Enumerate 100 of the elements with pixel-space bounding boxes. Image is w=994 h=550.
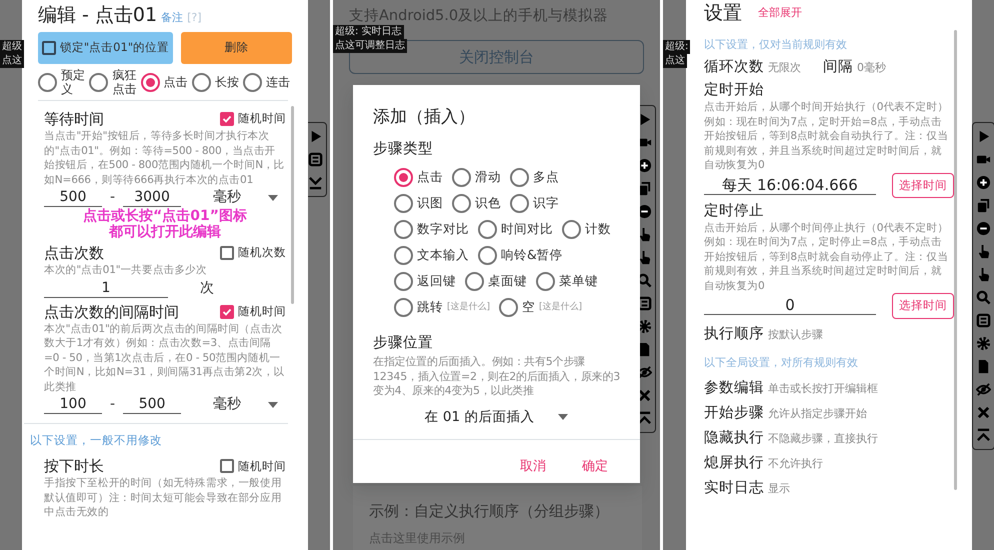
copy-icon[interactable] (637, 181, 652, 196)
hand-icon[interactable] (637, 227, 652, 242)
option-label[interactable]: 跳转 (417, 298, 443, 318)
radio-button[interactable] (394, 298, 413, 318)
time-field[interactable]: 0 (704, 296, 876, 316)
option-label[interactable]: 预定义 (61, 68, 87, 96)
radio-button[interactable] (510, 168, 529, 188)
checkbox[interactable] (42, 41, 56, 55)
option-label[interactable]: 空 (522, 298, 536, 318)
example-title: 示例：自定义执行顺序（分组步骤） (369, 501, 610, 522)
setting-label[interactable]: 实时日志 (704, 478, 764, 498)
checkbox-label[interactable]: 随机时间 (238, 458, 286, 475)
radio-button[interactable] (394, 272, 413, 292)
expand-all-link[interactable]: 全部展开 (758, 4, 802, 22)
radio-button[interactable] (478, 220, 497, 240)
log-tag[interactable]: 点这 (663, 54, 687, 68)
number-field[interactable]: 500 (44, 188, 102, 207)
caret-icon[interactable] (558, 414, 568, 420)
number-field[interactable]: 3000 (123, 188, 182, 207)
setting-label[interactable]: 循环次数 (704, 58, 764, 77)
radio-button[interactable] (510, 194, 529, 214)
caret-icon[interactable] (268, 194, 278, 200)
close-icon[interactable] (637, 388, 652, 403)
log-tag[interactable]: 超级: (663, 40, 690, 54)
option-label[interactable]: 疯狂点击 (112, 68, 138, 96)
radio-button[interactable] (562, 220, 581, 240)
expand-icon[interactable] (308, 175, 323, 190)
gear-icon[interactable] (637, 319, 652, 334)
radio-button[interactable] (243, 72, 262, 92)
checkbox[interactable] (220, 246, 234, 260)
hand-icon[interactable] (637, 250, 652, 265)
log-tag[interactable]: 超级 (0, 40, 24, 54)
option-label[interactable]: 文本输入 (417, 246, 469, 266)
dialog-title: 设置 (704, 1, 742, 26)
option-label[interactable]: 连击 (266, 75, 292, 89)
setting-label[interactable]: 开始步骤 (704, 404, 764, 422)
select-time-button[interactable]: 选择时间 (892, 293, 954, 318)
time-field[interactable]: 每天 16:06:04.666 (704, 176, 876, 195)
dialog-button[interactable]: 确定 (576, 456, 614, 478)
setting-label[interactable]: 熄屏执行 (704, 454, 764, 472)
checkbox[interactable] (220, 304, 234, 318)
setting-label[interactable]: 隐藏执行 (704, 428, 764, 448)
radio-button[interactable] (394, 168, 413, 188)
dialog-button[interactable]: 取消 (514, 456, 552, 478)
select-value[interactable]: 在 01 的后面插入 (424, 406, 534, 427)
log-tag[interactable]: 点这 (0, 54, 24, 68)
checkbox-label[interactable]: 随机时间 (238, 302, 286, 320)
caret-icon[interactable] (268, 402, 278, 408)
option-label[interactable]: 点击 (164, 75, 190, 89)
checkbox-label[interactable]: 随机次数 (238, 244, 286, 262)
option-label[interactable]: 点击 (417, 168, 443, 188)
log-tag[interactable]: 点这可调整日志 (333, 39, 407, 53)
number-field[interactable]: 100 (44, 395, 102, 414)
log-tag[interactable]: 超级: 实时日志 (333, 25, 404, 39)
option-label[interactable]: 计数 (585, 220, 611, 240)
checkbox-label[interactable]: 锁定"点击01"的位置 (60, 39, 170, 57)
radio-button[interactable] (394, 194, 413, 214)
setting-label[interactable]: 参数编辑 (704, 378, 764, 398)
radio-button[interactable] (38, 72, 57, 92)
scrollbar[interactable] (291, 106, 294, 304)
radio-button[interactable] (499, 298, 518, 318)
setting-label[interactable]: 执行顺序 (704, 324, 764, 344)
radio-button[interactable] (140, 72, 160, 92)
number-field[interactable]: 1 (44, 278, 168, 298)
delete-button[interactable]: 删除 (181, 32, 292, 64)
option-label[interactable]: 滑动 (475, 168, 501, 188)
frame-icon[interactable] (637, 296, 652, 311)
option-label[interactable]: 菜单键 (559, 272, 598, 292)
search-icon[interactable] (637, 273, 652, 288)
option-label[interactable]: 数字对比 (417, 220, 469, 240)
radio-button[interactable] (452, 194, 471, 214)
radio-button[interactable] (394, 246, 413, 266)
setting-label[interactable]: 间隔 (823, 58, 853, 77)
option-label[interactable]: 响铃&暂停 (501, 246, 563, 266)
lock-position-button[interactable]: 锁定"点击01"的位置 (38, 32, 173, 64)
option-label[interactable]: 桌面键 (488, 272, 527, 292)
select-time-button[interactable]: 选择时间 (892, 172, 954, 198)
checkbox[interactable] (220, 112, 234, 126)
collapse-icon[interactable] (637, 411, 652, 426)
option-label[interactable]: 识色 (475, 194, 501, 214)
option-label[interactable]: 返回键 (417, 272, 456, 292)
number-field[interactable]: 500 (123, 395, 182, 414)
section-title: 点击次数 (44, 243, 104, 263)
radio-button[interactable] (478, 246, 497, 266)
option-label[interactable]: 长按 (214, 75, 241, 89)
radio-button[interactable] (394, 220, 413, 240)
option-label[interactable]: 多点 (533, 168, 559, 188)
radio-button[interactable] (89, 72, 108, 92)
plus-icon[interactable] (976, 175, 991, 190)
radio-button[interactable] (452, 168, 471, 188)
option-label[interactable]: 时间对比 (501, 220, 553, 240)
option-label[interactable]: 识图 (417, 194, 443, 214)
radio-button[interactable] (465, 272, 484, 292)
checkbox-label[interactable]: 随机时间 (238, 110, 286, 128)
radio-button[interactable] (192, 72, 211, 92)
scrollbar[interactable] (954, 30, 957, 490)
option-label[interactable]: 识字 (533, 194, 559, 214)
minus-icon[interactable] (976, 221, 991, 236)
radio-button[interactable] (536, 272, 555, 292)
checkbox[interactable] (220, 459, 234, 474)
